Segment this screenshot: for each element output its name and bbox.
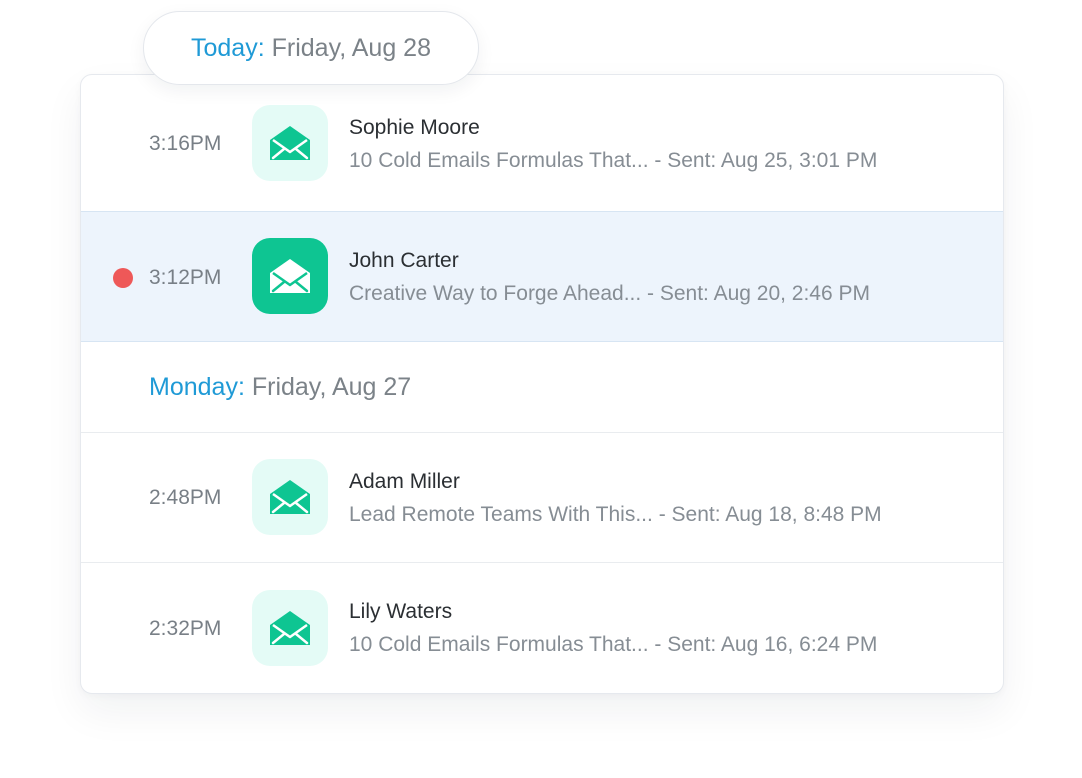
email-preview: 10 Cold Emails Formulas That... - Sent: … — [349, 633, 878, 656]
list-item[interactable]: 2:32PM Lily Waters 10 Cold Emails Formul… — [81, 563, 1003, 693]
list-item[interactable]: 3:16PM Sophie Moore 10 Cold Emails Formu… — [81, 75, 1003, 212]
email-preview: 10 Cold Emails Formulas That... - Sent: … — [349, 149, 878, 172]
time-label: 3:16PM — [149, 132, 222, 155]
today-label: Today: — [191, 33, 265, 62]
sender-name: Lily Waters — [349, 600, 453, 623]
email-preview: Creative Way to Forge Ahead... - Sent: A… — [349, 282, 871, 305]
unread-dot — [113, 268, 133, 288]
mail-open-icon — [252, 105, 328, 181]
list-item[interactable]: 2:48PM Adam Miller Lead Remote Teams Wit… — [81, 433, 1003, 563]
sender-name: Adam Miller — [349, 470, 460, 493]
monday-date: Friday, Aug 27 — [251, 373, 412, 401]
section-title: Monday: Friday, Aug 27 — [149, 372, 411, 402]
mail-open-icon — [252, 459, 328, 535]
today-date-pill: Today: Friday, Aug 28 — [143, 11, 479, 85]
monday-label: Monday: — [149, 373, 245, 401]
mail-open-icon — [252, 590, 328, 666]
section-header: Monday: Friday, Aug 27 — [81, 342, 1003, 433]
time-label: 3:12PM — [149, 266, 222, 289]
sender-name: John Carter — [349, 249, 459, 272]
mail-open-icon — [252, 238, 328, 314]
list-item-active[interactable]: 3:12PM John Carter Creative Way to Forge… — [81, 211, 1003, 342]
time-label: 2:48PM — [149, 486, 222, 509]
activity-card: 3:16PM Sophie Moore 10 Cold Emails Formu… — [80, 74, 1004, 694]
email-preview: Lead Remote Teams With This... - Sent: A… — [349, 503, 882, 526]
sender-name: Sophie Moore — [349, 116, 480, 139]
time-label: 2:32PM — [149, 617, 222, 640]
today-date: Friday, Aug 28 — [271, 33, 431, 62]
